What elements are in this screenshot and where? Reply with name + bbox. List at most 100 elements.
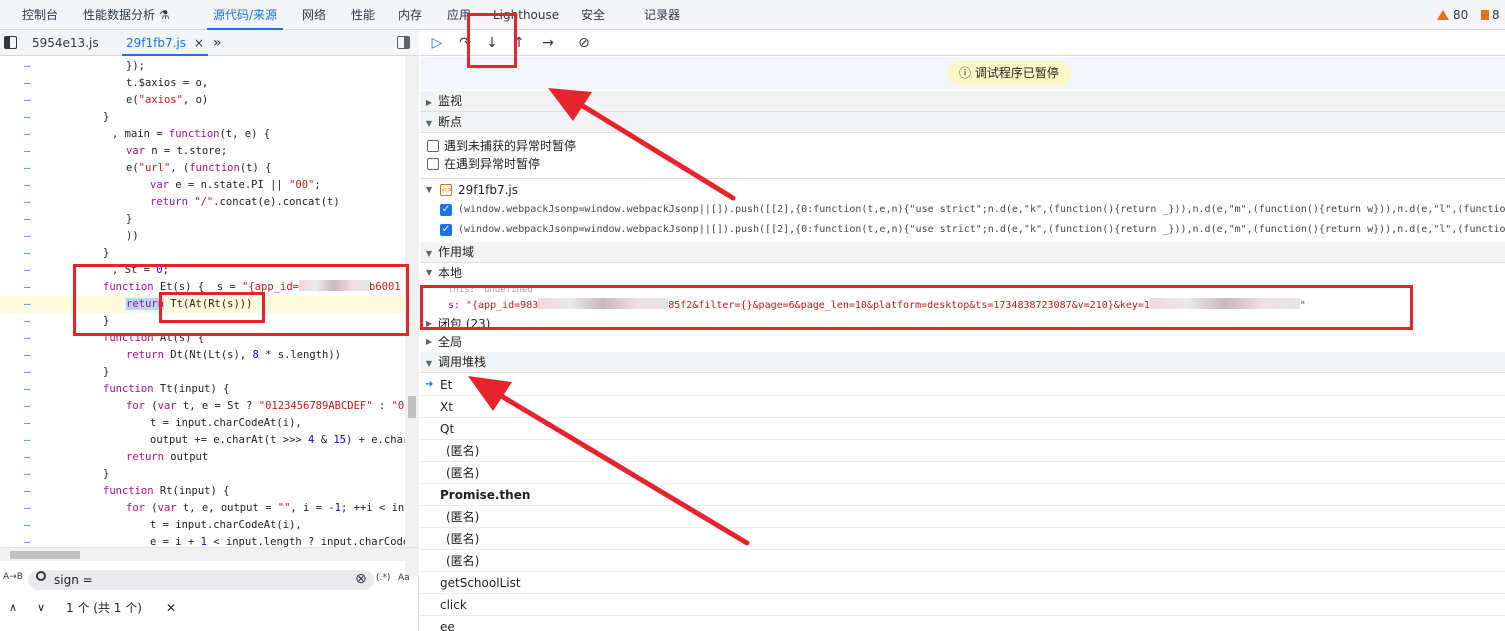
section-breakpoints-title: 断点 (438, 115, 463, 129)
call-frame[interactable]: (匿名) (420, 506, 1505, 528)
more-tabs-icon[interactable]: » (213, 30, 222, 56)
scrollbar-thumb[interactable] (408, 396, 416, 418)
search-result-row: ∧ ∨ 1 个 (共 1 个) ✕ (0, 596, 419, 620)
paused-message: ⓘ 调试程序已暂停 (947, 61, 1071, 85)
pause-caught-checkbox[interactable] (427, 158, 439, 170)
editor-horizontal-scrollbar[interactable] (0, 547, 419, 561)
code-line: –} (24, 247, 110, 259)
match-case-toggle[interactable]: Aa (398, 573, 410, 583)
expand-icon: ▶ (426, 337, 433, 346)
call-frame[interactable]: ee (420, 616, 1505, 631)
call-frame[interactable]: (匿名) (420, 440, 1505, 462)
previous-match-icon[interactable]: ∧ (9, 596, 17, 620)
call-frame[interactable]: (匿名) (420, 550, 1505, 572)
warnings-badge[interactable]: 80 (1437, 8, 1468, 22)
regex-toggle[interactable]: (.*) (376, 573, 390, 583)
devtools-tab-bar: 控制台 性能数据分析 ⚗ 源代码/来源 网络 性能 内存 应用 Lighthou… (0, 0, 1505, 30)
call-frame[interactable]: Xt (420, 396, 1505, 418)
annotation-box-return-tt (159, 292, 265, 323)
call-frame[interactable]: ➜ Et (420, 374, 1505, 396)
async-boundary: Promise.then (420, 484, 1505, 506)
match-count: 1 个 (共 1 个) (66, 601, 142, 615)
scope-local[interactable]: ▼ 本地 (420, 263, 1505, 283)
code-line: – var n = t.store; (24, 145, 228, 157)
next-match-icon[interactable]: ∨ (37, 596, 45, 620)
issue-flag-icon (1481, 10, 1489, 20)
section-callstack[interactable]: ▼ 调用堆栈 (420, 352, 1505, 373)
search-input[interactable] (54, 572, 344, 588)
code-line: – t.$axios = o, (24, 77, 209, 89)
js-file-icon: <> (440, 184, 453, 196)
breakpoint-code: (window.webpackJsonp=window.webpackJsonp… (458, 224, 1505, 235)
tab-security[interactable]: 安全 (581, 0, 605, 30)
file-tab-bar: 5954e13.js 29f1fb7.js × » (0, 30, 419, 56)
deactivate-breakpoints-icon[interactable]: ⊘ (575, 34, 593, 52)
code-line: – function Rt(input) { (24, 485, 230, 497)
section-watch[interactable]: ▶ 监视 (420, 91, 1505, 112)
collapse-icon: ▼ (425, 249, 433, 258)
breakpoint-checkbox[interactable]: ✓ (440, 224, 452, 236)
section-scope[interactable]: ▼ 作用域 (420, 242, 1505, 263)
call-frame[interactable]: Qt (420, 418, 1505, 440)
tab-sources[interactable]: 源代码/来源 (207, 0, 284, 30)
replace-toggle-icon[interactable]: A→B (3, 572, 23, 582)
breakpoint-checkbox[interactable]: ✓ (440, 204, 452, 216)
call-frame[interactable]: (匿名) (420, 528, 1505, 550)
close-tab-icon[interactable]: × (194, 36, 204, 50)
breakpoint-code: (window.webpackJsonp=window.webpackJsonp… (458, 204, 1505, 215)
tab-network[interactable]: 网络 (302, 0, 326, 30)
breakpoint-item[interactable]: ✓ (window.webpackJsonp=window.webpackJson… (420, 199, 1505, 221)
section-breakpoints[interactable]: ▼ 断点 (420, 112, 1505, 133)
clear-search-icon[interactable]: ⊗ (355, 571, 367, 587)
code-line: –} (24, 468, 110, 480)
paused-banner: ⓘ 调试程序已暂停 (420, 57, 1505, 90)
code-line: – t = input.charCodeAt(i), (24, 417, 302, 429)
tab-console[interactable]: 控制台 (22, 0, 58, 30)
collapse-icon: ▼ (426, 268, 433, 277)
breakpoint-file-name: 29f1fb7.js (458, 183, 519, 197)
annotation-box-scope-s (420, 285, 1413, 330)
breakpoint-file-group[interactable]: ▼ <> 29f1fb7.js (420, 178, 1505, 200)
pause-uncaught-checkbox[interactable] (427, 140, 439, 152)
tab-memory[interactable]: 内存 (398, 0, 422, 30)
info-icon: ⓘ (959, 66, 972, 80)
toggle-debugger-icon[interactable] (397, 36, 410, 49)
flask-icon: ⚗ (158, 8, 170, 22)
file-tab-5954e13[interactable]: 5954e13.js (32, 30, 99, 56)
scrollbar-thumb[interactable] (10, 551, 80, 559)
call-frame[interactable]: click (420, 594, 1505, 616)
search-box (28, 570, 374, 590)
file-tab-label: 29f1fb7.js (126, 36, 187, 50)
call-frame[interactable]: (匿名) (420, 462, 1505, 484)
code-line: –} (24, 111, 110, 123)
paused-text: 调试程序已暂停 (974, 66, 1059, 80)
tab-performance-insights[interactable]: 性能数据分析 ⚗ (83, 0, 170, 30)
current-frame-arrow-icon: ➜ (425, 379, 434, 390)
code-line: –} (24, 366, 110, 378)
breakpoint-item[interactable]: ✓ (window.webpackJsonp=window.webpackJson… (420, 219, 1505, 241)
step-icon[interactable]: → (539, 34, 557, 52)
call-frame[interactable]: getSchoolList (420, 572, 1505, 594)
tab-recorder[interactable]: 记录器 (644, 0, 680, 30)
file-tab-29f1fb7[interactable]: 29f1fb7.js × (122, 30, 208, 56)
resume-icon[interactable]: ▷ (428, 34, 446, 52)
code-line: – for (var t, e = St ? "0123456789ABCDEF"… (24, 400, 405, 412)
code-line: – return Dt(Nt(Lt(s), 8 * s.length)) (24, 349, 341, 361)
toggle-navigator-icon[interactable] (4, 36, 17, 49)
section-watch-title: 监视 (438, 94, 463, 108)
code-line: – output += e.charAt(t >>> 4 & 15) + e.ch… (24, 434, 405, 446)
code-line: –)) (24, 230, 139, 242)
tab-performance[interactable]: 性能 (351, 0, 375, 30)
code-line: – e("url", (function(t) { (24, 162, 272, 174)
code-line: –} (24, 213, 133, 225)
issues-badge[interactable]: 8 (1481, 8, 1500, 22)
code-line: – t = input.charCodeAt(i), (24, 519, 302, 531)
annotation-box-step-into (467, 13, 517, 68)
pause-caught-option[interactable]: 在遇到异常时暂停 (420, 153, 1505, 175)
collapse-icon: ▼ (425, 119, 433, 128)
tab-performance-insights-label: 性能数据分析 (83, 8, 156, 22)
scope-global[interactable]: ▶ 全局 (420, 332, 1505, 352)
code-line: – for (var t, e, output = "", i = -1; ++i… (24, 502, 405, 514)
debugger-toolbar: ▷ ↷ ↓ ↑ → ⊘ (420, 30, 1505, 56)
cancel-search-icon[interactable]: ✕ (166, 596, 176, 620)
